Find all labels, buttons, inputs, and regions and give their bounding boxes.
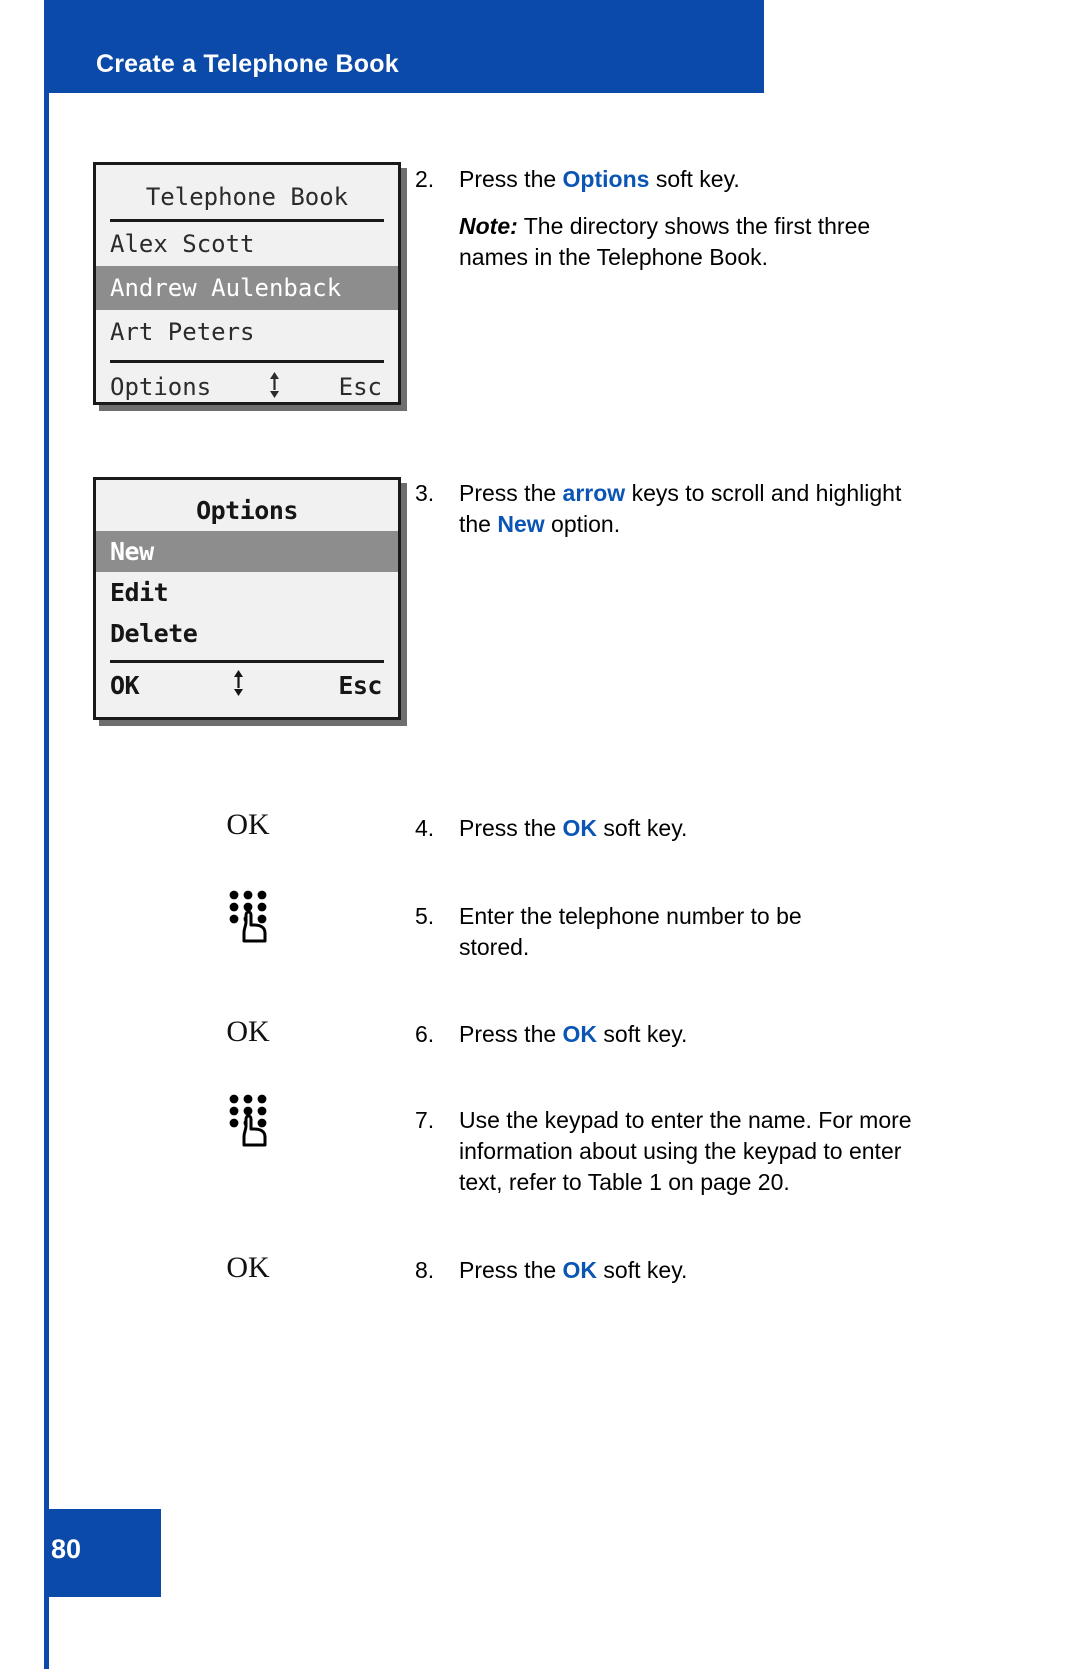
- softkey-ok[interactable]: OK: [110, 671, 140, 700]
- keypad-icon: [220, 884, 282, 946]
- up-down-arrow-icon[interactable]: [231, 669, 246, 701]
- softkey-esc[interactable]: Esc: [339, 373, 382, 401]
- step-text-part: soft key.: [597, 1021, 688, 1047]
- page-header-banner: Create a Telephone Book: [44, 0, 764, 93]
- step-text: Use the keypad to enter the name. For mo…: [459, 1107, 912, 1195]
- step-accent-ok: OK: [562, 1021, 598, 1047]
- instruction-step-7: 7. Use the keypad to enter the name. For…: [415, 1105, 955, 1198]
- step-accent-ok: OK: [562, 1257, 598, 1283]
- softkey-esc[interactable]: Esc: [338, 671, 382, 700]
- page-title: Create a Telephone Book: [96, 50, 399, 78]
- step-text: Press the OK soft key.: [459, 1019, 687, 1050]
- gutter-key-label-ok: OK: [226, 1251, 270, 1284]
- step-number: 6.: [415, 1021, 435, 1047]
- gutter-key-label-ok: OK: [226, 1015, 270, 1048]
- step-number: 5.: [415, 903, 435, 929]
- step-text-part: soft key.: [597, 815, 688, 841]
- step-text: Press the OK soft key.: [459, 1255, 687, 1286]
- lcd-list-item[interactable]: Edit: [96, 572, 398, 613]
- instruction-step-6: 6. Press the OK soft key.: [415, 1019, 935, 1050]
- step-text: Enter the telephone number to be stored.: [459, 903, 802, 960]
- step-text-part: Press the: [459, 166, 563, 192]
- lcd-list-item-selected[interactable]: Andrew Aulenback: [96, 266, 398, 310]
- step-number: 8.: [415, 1257, 435, 1283]
- step-number: 3.: [415, 480, 435, 506]
- keypad-icon: [220, 1088, 282, 1150]
- instruction-step-2: 2. Press the Options soft key. Note: The…: [415, 164, 935, 273]
- step-accent-options: Options: [562, 166, 650, 192]
- softkey-options[interactable]: Options: [110, 373, 211, 401]
- lcd-screen-options: Options New Edit Delete OK Esc: [93, 477, 401, 720]
- step-number: 7.: [415, 1107, 435, 1133]
- step-text-part: option.: [544, 511, 621, 537]
- instruction-step-5: 5. Enter the telephone number to be stor…: [415, 901, 935, 963]
- step-text: Press the OK soft key.: [459, 813, 687, 844]
- step-text-part: Press the: [459, 1257, 563, 1283]
- step-accent-new: New: [497, 511, 545, 537]
- step-text-part: Press the: [459, 1021, 563, 1047]
- lcd-list-item-selected[interactable]: New: [96, 531, 398, 572]
- lcd-list-item[interactable]: Art Peters: [96, 310, 398, 354]
- note-label: Note:: [459, 213, 518, 239]
- step-number: 4.: [415, 815, 435, 841]
- step-number: 2.: [415, 166, 435, 192]
- step-text-part: Press the: [459, 480, 563, 506]
- lcd-title-telephone-book: Telephone Book: [145, 183, 349, 211]
- up-down-arrow-icon[interactable]: [267, 371, 282, 403]
- step-sentence: Press the Options soft key.: [459, 164, 935, 195]
- instruction-step-3: 3. Press the arrow keys to scroll and hi…: [415, 478, 935, 540]
- instruction-step-4: 4. Press the OK soft key.: [415, 813, 935, 844]
- step-accent-arrow: arrow: [562, 480, 626, 506]
- instruction-step-8: 8. Press the OK soft key.: [415, 1255, 935, 1286]
- step-note: Note: The directory shows the first thre…: [459, 211, 935, 273]
- note-text: The directory shows the first three name…: [459, 213, 871, 270]
- lcd-list-item[interactable]: Alex Scott: [96, 222, 398, 266]
- lcd-screen-telephone-book: Telephone Book Alex Scott Andrew Aulenba…: [93, 162, 401, 405]
- step-text-part: soft key.: [649, 166, 740, 192]
- lcd-softkey-bar: Options Esc: [96, 363, 398, 403]
- page-number: 80: [51, 1534, 82, 1564]
- step-text-part: soft key.: [597, 1257, 688, 1283]
- step-text: Press the arrow keys to scroll and highl…: [459, 478, 935, 540]
- step-text: Press the Options soft key. Note: The di…: [459, 164, 935, 273]
- lcd-title-options: Options: [196, 496, 298, 525]
- lcd-softkey-bar: OK Esc: [96, 663, 398, 701]
- lcd-list-item[interactable]: Delete: [96, 613, 398, 654]
- step-accent-ok: OK: [562, 815, 598, 841]
- gutter-key-label-ok: OK: [226, 808, 270, 841]
- step-text-part: Press the: [459, 815, 563, 841]
- page-left-rule: [44, 0, 49, 1669]
